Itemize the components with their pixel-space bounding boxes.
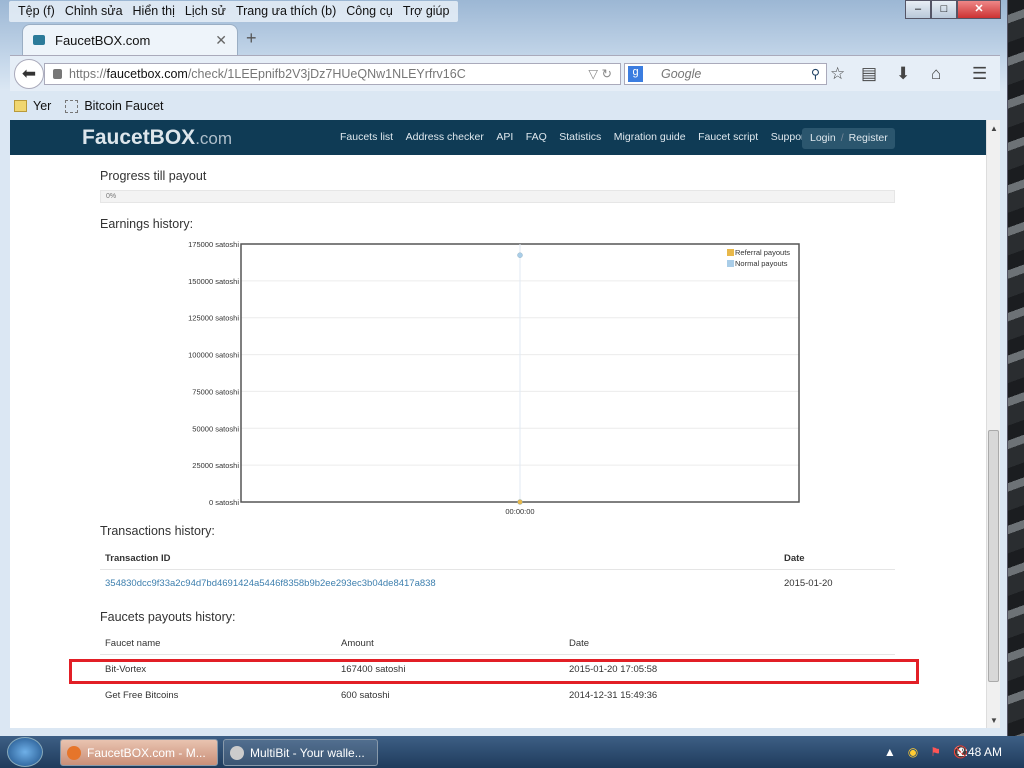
- payout-amount: 600 satoshi: [341, 690, 390, 701]
- navigation-toolbar: ⬅ https://faucetbox.com/check/1LEEpnifb2…: [10, 55, 1000, 91]
- menu-icon[interactable]: ☰: [972, 64, 987, 84]
- col-payout-date: Date: [569, 638, 590, 649]
- clock[interactable]: 2:48 AM: [958, 745, 1002, 759]
- url-path: /check/1LEEpnifb2V3jDz7HUeQNw1NLEYrfrv16…: [187, 67, 466, 81]
- search-icon[interactable]: ⚲: [811, 66, 820, 81]
- menu-help[interactable]: Trợ giúp: [398, 1, 455, 22]
- search-placeholder: Google: [661, 67, 702, 81]
- payouts-title: Faucets payouts history:: [100, 610, 236, 624]
- bookmarks-toolbar: Yer Bitcoin Faucet: [10, 92, 1000, 120]
- close-window-button[interactable]: ✕: [957, 0, 1001, 19]
- multibit-icon: [230, 746, 244, 760]
- page-icon: [65, 99, 79, 113]
- url-scheme: https://: [69, 67, 107, 81]
- legend-swatch: [727, 260, 734, 267]
- favicon-icon: [33, 35, 45, 45]
- firefox-icon: [67, 746, 81, 760]
- menu-tools[interactable]: Công cụ: [341, 1, 398, 22]
- data-point-normal-payouts: [517, 252, 523, 258]
- minimize-button[interactable]: –: [905, 0, 931, 19]
- highlight-annotation: [69, 659, 919, 684]
- earnings-chart: 0 satoshi 25000 satoshi 50000 satoshi 75000…: [188, 240, 800, 516]
- taskbar-multibit[interactable]: MultiBit - Your walle...: [223, 739, 378, 766]
- taskbar-firefox[interactable]: FaucetBOX.com - M...: [60, 739, 218, 766]
- reload-icon[interactable]: ↻: [602, 67, 612, 81]
- transactions-title: Transactions history:: [100, 524, 215, 538]
- legend-swatch: [727, 249, 734, 256]
- download-icon[interactable]: ⬇: [896, 64, 910, 84]
- y-tick-label: 25000 satoshi: [192, 461, 239, 470]
- flag-icon[interactable]: ⚑: [930, 745, 941, 759]
- menu-file[interactable]: Tệp (f): [13, 1, 60, 22]
- legend-label: Referral payouts: [735, 248, 790, 257]
- y-tick-label: 0 satoshi: [209, 498, 239, 507]
- new-tab-button[interactable]: +: [246, 28, 257, 49]
- col-date: Date: [784, 553, 805, 564]
- menu-bar: Tệp (f) Chỉnh sửa Hiển thị Lịch sử Trang…: [9, 1, 459, 22]
- tab-faucetbox[interactable]: FaucetBOX.com ✕: [22, 24, 238, 55]
- menu-history[interactable]: Lịch sử: [180, 1, 231, 22]
- window-controls: – □ ✕: [905, 0, 1001, 19]
- tab-title: FaucetBOX.com: [55, 32, 151, 48]
- transaction-date: 2015-01-20: [784, 578, 833, 589]
- url-bar[interactable]: https://faucetbox.com/check/1LEEpnifb2V3…: [44, 63, 621, 85]
- y-tick-label: 100000 satoshi: [188, 351, 239, 360]
- network-app-icon[interactable]: ◉: [908, 745, 918, 759]
- transaction-id-link[interactable]: 354830dcc9f33a2c94d7bd4691424a5446f8358b…: [105, 578, 436, 589]
- legend-label: Normal payouts: [735, 259, 788, 268]
- bookmark-yer[interactable]: Yer: [33, 99, 51, 113]
- payout-date: 2014-12-31 15:49:36: [569, 690, 658, 701]
- divider: [100, 654, 895, 655]
- folder-icon: [14, 100, 27, 112]
- scrollbar-thumb[interactable]: [988, 430, 999, 682]
- close-tab-icon[interactable]: ✕: [215, 32, 227, 49]
- taskbar: FaucetBOX.com - M... MultiBit - Your wal…: [0, 736, 1024, 768]
- data-point-referral-payouts: [517, 499, 523, 505]
- start-button[interactable]: [7, 737, 43, 767]
- payout-faucet: Get Free Bitcoins: [105, 690, 179, 701]
- x-tick-label: 00:00:00: [505, 507, 534, 516]
- back-button[interactable]: ⬅: [14, 59, 44, 89]
- dropdown-icon[interactable]: ▽: [588, 67, 598, 81]
- system-tray: ▲ ◉ ⚑ 🔇: [884, 745, 968, 759]
- search-input[interactable]: g Google ⚲: [624, 63, 827, 85]
- y-tick-label: 175000 satoshi: [188, 240, 239, 249]
- col-faucet-name: Faucet name: [105, 638, 161, 649]
- maximize-button[interactable]: □: [931, 0, 957, 19]
- y-tick-label: 75000 satoshi: [192, 387, 239, 396]
- browser-window: Tệp (f) Chỉnh sửa Hiển thị Lịch sử Trang…: [0, 0, 1008, 736]
- lock-icon: [53, 69, 62, 79]
- col-amount: Amount: [341, 638, 374, 649]
- y-tick-label: 150000 satoshi: [188, 277, 239, 286]
- menu-view[interactable]: Hiển thị: [128, 1, 180, 22]
- divider: [100, 569, 895, 570]
- page-content: FaucetBOX.com Faucets list Address check…: [10, 120, 986, 728]
- google-icon[interactable]: g: [628, 66, 643, 82]
- reading-list-icon[interactable]: ▤: [861, 64, 877, 84]
- y-tick-label: 50000 satoshi: [192, 424, 239, 433]
- bookmark-bitcoin-faucet[interactable]: Bitcoin Faucet: [84, 99, 163, 113]
- bookmark-star-icon[interactable]: ☆: [830, 64, 845, 84]
- url-host: faucetbox.com: [106, 67, 188, 81]
- menu-edit[interactable]: Chỉnh sửa: [60, 1, 128, 22]
- col-transaction-id: Transaction ID: [105, 553, 171, 564]
- vertical-scrollbar[interactable]: ▲ ▼: [986, 120, 1000, 728]
- desktop-background: [1008, 0, 1024, 736]
- y-tick-label: 125000 satoshi: [188, 314, 239, 323]
- show-hidden-icons[interactable]: ▲: [884, 745, 896, 759]
- home-icon[interactable]: ⌂: [931, 64, 941, 84]
- menu-bookmarks[interactable]: Trang ưa thích (b): [231, 1, 341, 22]
